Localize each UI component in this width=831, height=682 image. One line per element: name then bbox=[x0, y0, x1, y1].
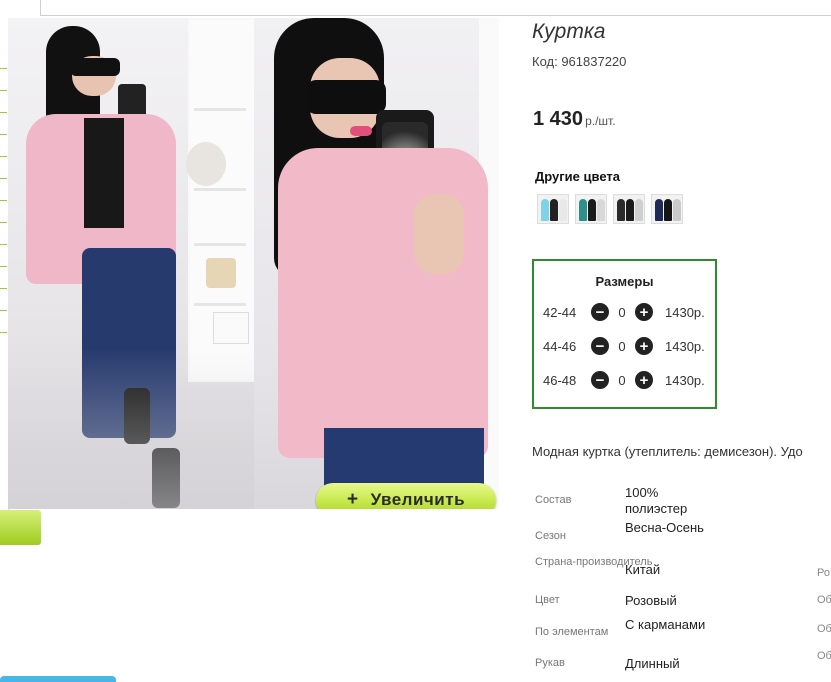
price-unit: р./шт. bbox=[585, 114, 616, 128]
property-key: Цвет bbox=[535, 594, 560, 606]
bag-item bbox=[206, 258, 236, 288]
color-swatch[interactable] bbox=[613, 194, 645, 224]
shelf-board bbox=[194, 303, 246, 306]
color-swatch[interactable] bbox=[575, 194, 607, 224]
strip-tick bbox=[0, 310, 7, 311]
property-value: 100% полиэстер bbox=[625, 485, 688, 516]
strip-tick bbox=[0, 266, 7, 267]
strip-tick bbox=[0, 288, 7, 289]
sizes-title: Размеры bbox=[595, 274, 654, 289]
boxes bbox=[213, 312, 249, 344]
sunglasses bbox=[70, 58, 120, 76]
photo-left-half bbox=[8, 18, 256, 509]
property-value: Длинный bbox=[625, 656, 680, 671]
strip-tick bbox=[0, 112, 7, 113]
color-swatch[interactable] bbox=[651, 194, 683, 224]
product-description: Модная куртка (утеплитель: демисезон). У… bbox=[532, 444, 803, 459]
shelf-board bbox=[194, 188, 246, 191]
plus-icon[interactable]: + bbox=[635, 371, 653, 389]
property-key: Рукав bbox=[535, 657, 565, 669]
plus-icon: + bbox=[346, 489, 359, 509]
size-label: 46-48 bbox=[543, 372, 577, 388]
size-label: 44-46 bbox=[543, 338, 577, 354]
property-value: С карманами bbox=[625, 617, 706, 632]
photo-right-half bbox=[254, 18, 499, 509]
shelf-board bbox=[194, 243, 246, 246]
size-row: 42-44 − 0 + 1430р. bbox=[543, 302, 705, 322]
quantity-value: 0 bbox=[618, 304, 626, 320]
strip-tick bbox=[0, 134, 7, 135]
floor bbox=[8, 348, 254, 509]
minus-icon[interactable]: − bbox=[591, 337, 609, 355]
strip-tick bbox=[0, 332, 7, 333]
plush-toy bbox=[186, 142, 226, 186]
strip-tick bbox=[0, 244, 7, 245]
price-value: 1 430 bbox=[533, 108, 584, 130]
strip-tick bbox=[0, 156, 7, 157]
strip-tick bbox=[0, 90, 7, 91]
size-price: 1430р. bbox=[665, 304, 705, 320]
strip-tick bbox=[0, 222, 7, 223]
property-key: Сезон bbox=[535, 530, 566, 542]
pink-jacket bbox=[278, 148, 488, 458]
lips bbox=[350, 126, 372, 136]
size-label: 42-44 bbox=[543, 304, 577, 320]
cut-off-label: Об bbox=[817, 623, 831, 635]
minus-icon[interactable]: − bbox=[591, 371, 609, 389]
zoom-button[interactable]: + Увеличить bbox=[316, 483, 496, 509]
cut-off-label: Ро bbox=[817, 567, 830, 579]
strip-tick bbox=[0, 178, 7, 179]
minus-icon[interactable]: − bbox=[591, 303, 609, 321]
property-key: По элементам bbox=[535, 626, 609, 638]
shelf-board bbox=[194, 108, 246, 111]
sunglasses bbox=[306, 80, 386, 114]
quantity-value: 0 bbox=[618, 372, 626, 388]
property-value: Розовый bbox=[625, 593, 677, 608]
quantity-value: 0 bbox=[618, 338, 626, 354]
black-top bbox=[84, 118, 124, 228]
product-photo[interactable]: + Увеличить bbox=[8, 18, 499, 509]
strip-tick bbox=[0, 68, 7, 69]
cut-off-label: Об bbox=[817, 594, 831, 606]
size-price: 1430р. bbox=[665, 372, 705, 388]
product-title: Куртка bbox=[532, 20, 606, 43]
cut-off-label: Об bbox=[817, 650, 831, 662]
property-key: Состав bbox=[535, 494, 572, 506]
top-divider-vertical bbox=[40, 0, 41, 15]
sizes-panel: Размеры 42-44 − 0 + 1430р. 44-46 − 0 + 1… bbox=[532, 259, 717, 409]
left-green-button-edge[interactable] bbox=[0, 510, 41, 545]
property-value: Весна-Осень bbox=[625, 520, 704, 535]
color-swatch[interactable] bbox=[537, 194, 569, 224]
bottom-blue-tab-edge[interactable] bbox=[0, 676, 116, 682]
property-key: Страна-производитель bbox=[535, 556, 653, 568]
size-row: 44-46 − 0 + 1430р. bbox=[543, 336, 705, 356]
strip-tick bbox=[0, 200, 7, 201]
property-value: Китай bbox=[625, 562, 661, 577]
color-swatches bbox=[537, 194, 683, 224]
hand bbox=[414, 194, 464, 274]
zoom-button-label: Увеличить bbox=[370, 490, 466, 509]
plus-icon[interactable]: + bbox=[635, 337, 653, 355]
product-price: 1 430 р./шт. bbox=[533, 108, 616, 131]
plus-icon[interactable]: + bbox=[635, 303, 653, 321]
top-divider bbox=[40, 15, 831, 16]
other-colors-title: Другие цвета bbox=[535, 169, 620, 184]
size-row: 46-48 − 0 + 1430р. bbox=[543, 370, 705, 390]
product-code: Код: 961837220 bbox=[532, 54, 627, 69]
size-price: 1430р. bbox=[665, 338, 705, 354]
